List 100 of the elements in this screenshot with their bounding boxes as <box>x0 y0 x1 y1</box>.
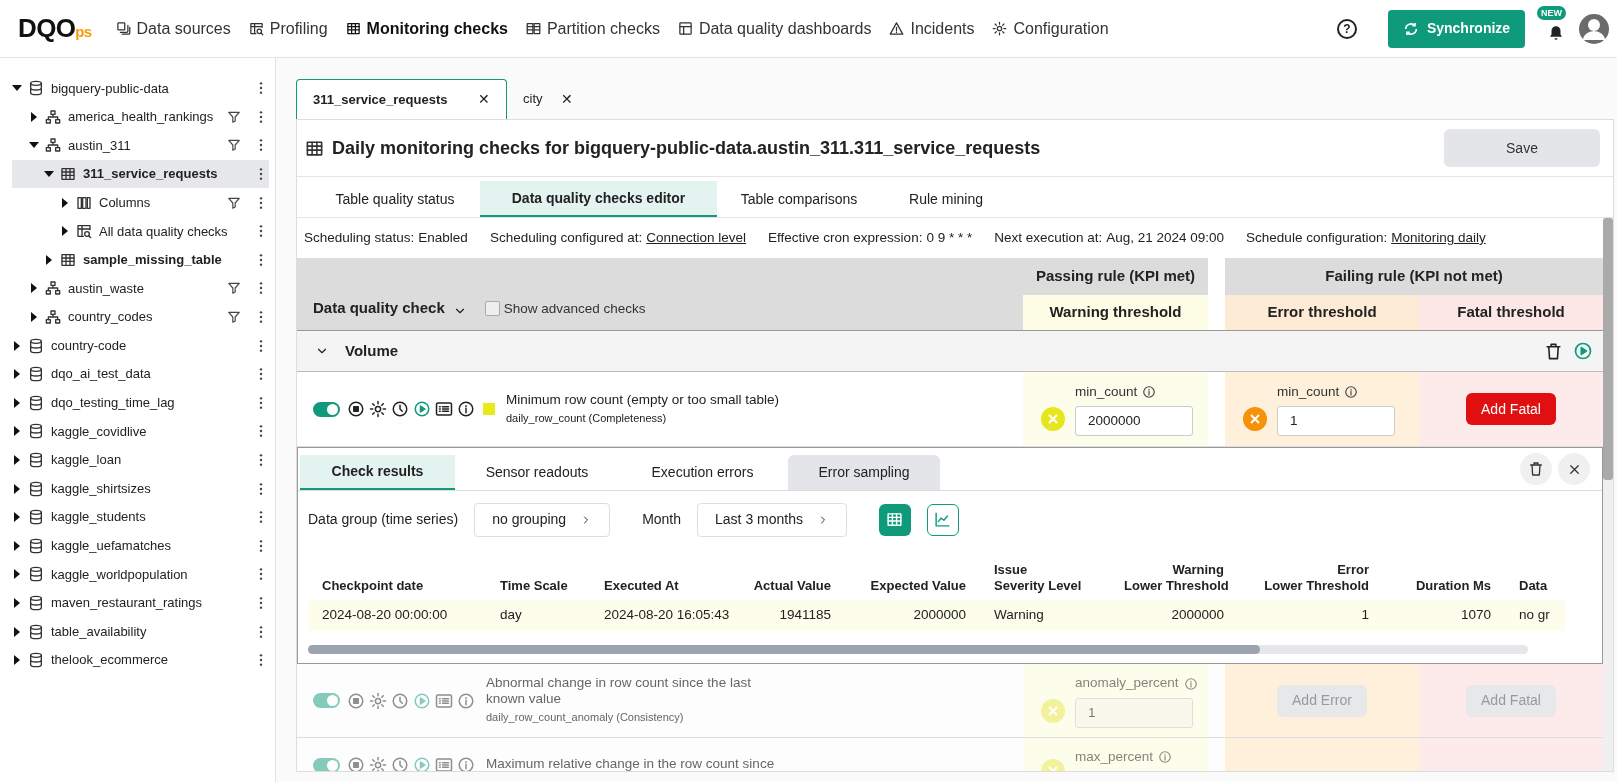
tab[interactable]: 311_service_requests ✕ <box>296 79 507 119</box>
table-cell-text: 1941185 <box>778 606 832 625</box>
parameter-label: min_count <box>1277 382 1340 401</box>
schedule-label: Next execution at: <box>994 228 1103 247</box>
filter-label: Data group (time series) <box>308 510 459 529</box>
close-button[interactable]: ✕ <box>478 89 490 110</box>
column-header: Data <box>1518 578 1549 594</box>
parameter-label: anomaly_percent <box>1075 674 1179 693</box>
tree-item[interactable]: table_availability <box>12 617 269 646</box>
tab[interactable]: Data quality checks editor <box>480 181 717 217</box>
schedule-label: Effective cron expression: <box>768 228 923 247</box>
threshold-header: Fatal threshold <box>1419 295 1603 330</box>
advanced-checkbox[interactable]: Show advanced checks <box>484 298 646 319</box>
schedule-value: 0 9 * * * <box>926 228 973 247</box>
table-cell-text: 1 <box>1360 606 1370 625</box>
column-header: Checkpoint date <box>321 578 425 594</box>
table-cell-text: 2024-08-20 00:00:00 <box>321 606 449 625</box>
nav-link[interactable]: Monitoring checks <box>345 16 508 41</box>
select-field[interactable]: Last 3 months <box>697 502 847 537</box>
tree-item[interactable]: kaggle_worldpopulation <box>12 560 269 589</box>
close-button[interactable]: ✕ <box>560 88 573 110</box>
tree-item[interactable]: Columns <box>12 188 269 217</box>
tab[interactable]: Table comparisons <box>717 181 881 217</box>
help-button[interactable]: ? <box>1337 18 1357 39</box>
new-badge: NEW <box>1537 5 1566 20</box>
sync-button[interactable]: Synchronize <box>1388 9 1525 48</box>
tree-item[interactable]: austin_waste <box>12 274 269 303</box>
column-header[interactable]: Data quality check <box>313 296 445 319</box>
check-name: Abnormal change in row count since the last known value <box>486 675 752 708</box>
tree-item[interactable]: sample_missing_table <box>12 245 269 275</box>
filter-label: Month <box>642 510 682 529</box>
threshold-header: Error threshold <box>1225 295 1419 330</box>
schedule-label: Schedule configuration: <box>1246 228 1388 247</box>
schedule-value: Aug, 21 2024 09:00 <box>1106 228 1225 247</box>
nav-link[interactable]: Incidents <box>889 16 975 41</box>
threshold-header: Warning threshold <box>1023 295 1208 330</box>
check-name: Minimum row count (empty or too small table) <box>506 391 780 408</box>
schedule-label: Scheduling configured at: <box>489 228 643 247</box>
table-cell-text: no gr <box>1518 606 1551 625</box>
table-cell-text: 2000000 <box>912 606 967 625</box>
table-cell-text: day <box>499 606 523 625</box>
column-header: Executed At <box>603 578 680 594</box>
threshold-input[interactable]: 2000000 <box>1075 406 1193 437</box>
tree-item[interactable]: kaggle_covidlive <box>12 417 269 446</box>
group-row[interactable]: Volume <box>297 331 1603 372</box>
nav-link[interactable]: Profiling <box>248 16 328 41</box>
schedule-link[interactable]: Monitoring daily <box>1391 227 1486 249</box>
tree-item[interactable]: kaggle_uefamatches <box>12 531 269 561</box>
threshold-input[interactable]: 1 <box>1075 697 1193 728</box>
logo[interactable]: DQOps <box>18 9 92 48</box>
tab[interactable]: Rule mining <box>881 181 1011 217</box>
add-rule-button[interactable]: Add Fatal <box>1466 393 1556 425</box>
tab[interactable]: Sensor readouts <box>455 455 619 490</box>
tree-item[interactable]: country_codes <box>12 302 269 332</box>
tab[interactable]: Table quality status <box>310 181 480 217</box>
schedule-label: Scheduling status: <box>304 228 415 247</box>
tree-item[interactable]: dqo_testing_time_lag <box>12 388 269 418</box>
check-name: Maximum relative change in the row count since <box>486 756 775 771</box>
tab[interactable]: city ✕ <box>507 79 589 119</box>
table-cell-text: 2024-08-20 16:05:43 <box>603 606 730 625</box>
select-field[interactable]: no grouping <box>474 502 611 537</box>
tab[interactable]: Error sampling <box>788 455 940 490</box>
tree-item[interactable]: bigquery-public-data <box>12 74 269 103</box>
tree-item[interactable]: country-code <box>12 331 269 360</box>
column-header: Warning Lower Threshold <box>1123 562 1230 594</box>
table-cell-text: 1070 <box>1459 606 1492 625</box>
column-header: Actual Value <box>752 578 832 594</box>
column-header: Issue Severity Level <box>993 562 1083 594</box>
schedule-link[interactable]: Connection level <box>646 227 747 249</box>
check-id: daily_row_count (Completeness) <box>506 410 668 426</box>
column-header: Time Scale <box>499 578 569 594</box>
tree-item[interactable]: kaggle_students <box>12 502 269 532</box>
nav-link[interactable]: Partition checks <box>525 16 660 41</box>
tab[interactable]: Execution errors <box>619 455 786 490</box>
tree-item[interactable]: maven_restaurant_ratings <box>12 588 269 618</box>
parameter-label: min_count <box>1075 382 1138 401</box>
table-cell-text: 2000000 <box>1170 606 1225 625</box>
table-cell-text: Warning <box>993 606 1045 625</box>
rule-header: Passing rule (KPI met) <box>1023 258 1208 295</box>
tab[interactable]: Check results <box>300 455 455 490</box>
check-id: daily_row_count_anomaly (Consistency) <box>486 710 685 726</box>
nav-link[interactable]: Data quality dashboards <box>677 16 872 41</box>
tree-item[interactable]: dqo_ai_test_data <box>12 359 269 389</box>
rule-header: Failing rule (KPI not met) <box>1225 258 1603 295</box>
tree-item[interactable]: kaggle_loan <box>12 445 269 475</box>
threshold-input[interactable]: 1 <box>1277 406 1395 437</box>
schedule-value: Enabled <box>418 228 468 247</box>
tree-item[interactable]: kaggle_shirtsizes <box>12 474 269 503</box>
tree-item[interactable]: america_health_rankings <box>12 102 269 132</box>
column-header: Duration Ms <box>1414 578 1492 594</box>
parameter-label: max_percent <box>1075 748 1154 766</box>
tree-item[interactable]: All data quality checks <box>12 216 269 246</box>
column-header: Expected Value <box>869 578 967 594</box>
tree-item[interactable]: austin_311 <box>12 131 269 160</box>
tree-item[interactable]: thelook_ecommerce <box>12 645 269 675</box>
save-button[interactable]: Save <box>1444 129 1600 167</box>
nav-link[interactable]: Data sources <box>115 16 231 41</box>
nav-link[interactable]: Configuration <box>992 16 1109 41</box>
tree-item[interactable]: 311_service_requests <box>12 159 269 189</box>
column-header: Error Lower Threshold <box>1263 562 1370 594</box>
